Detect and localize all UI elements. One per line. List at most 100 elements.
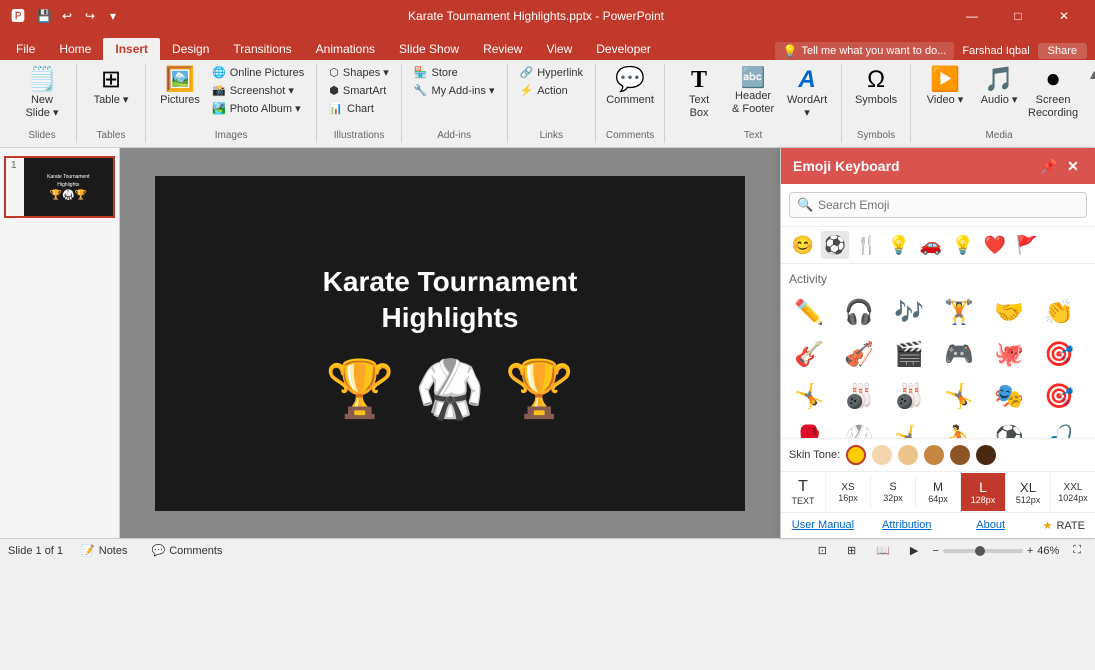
skin-medium-light[interactable]	[898, 445, 918, 465]
cat-objects[interactable]: 💡	[949, 231, 977, 259]
zoom-in-btn[interactable]: +	[1027, 545, 1033, 557]
cat-activity[interactable]: ⚽	[821, 231, 849, 259]
pictures-btn[interactable]: 🖼️ Pictures	[154, 64, 206, 111]
emoji-clap[interactable]: 👏	[1039, 292, 1079, 332]
cat-travel[interactable]: 🚗	[917, 231, 945, 259]
emoji-dart[interactable]: 🎯	[1039, 376, 1079, 416]
screen-recording-btn[interactable]: ⏺ ScreenRecording	[1027, 64, 1079, 124]
share-btn[interactable]: Share	[1038, 43, 1087, 59]
video-btn[interactable]: ▶️ Video ▾	[919, 64, 971, 111]
size-s-btn[interactable]: S 32px	[871, 475, 916, 509]
slide-thumbnail-1[interactable]: 1 Karate Tournament Highlights 🏆🥋🏆	[4, 156, 115, 218]
comments-btn[interactable]: 💬 Comments	[146, 542, 229, 559]
cat-food[interactable]: 🍴	[853, 231, 881, 259]
emoji-yoga[interactable]: 🤸	[889, 418, 929, 438]
user-manual-link[interactable]: User Manual	[781, 513, 865, 538]
tab-home[interactable]: Home	[47, 38, 103, 60]
slide-canvas[interactable]: Karate TournamentHighlights 🏆 🥋 🏆	[155, 176, 745, 511]
fit-slide-btn[interactable]: ⛶	[1067, 542, 1087, 559]
size-text-btn[interactable]: T TEXT	[781, 472, 826, 512]
minimize-btn[interactable]: —	[949, 0, 995, 32]
shapes-btn[interactable]: ⬡ Shapes ▾	[325, 64, 393, 81]
redo-icon[interactable]: ↪	[80, 6, 100, 26]
online-pictures-btn[interactable]: 🌐 Online Pictures	[208, 64, 308, 81]
emoji-basketball[interactable]: ⛹️	[939, 418, 979, 438]
zoom-slider[interactable]	[943, 549, 1023, 553]
tab-insert[interactable]: Insert	[103, 38, 160, 60]
emoji-handshake[interactable]: 🤝	[989, 292, 1029, 332]
emoji-pin-btn[interactable]: 📌	[1039, 156, 1059, 176]
size-m-btn[interactable]: M 64px	[916, 474, 961, 510]
emoji-octopus[interactable]: 🐙	[989, 334, 1029, 374]
close-btn[interactable]: ✕	[1041, 0, 1087, 32]
skin-yellow[interactable]	[846, 445, 866, 465]
emoji-drama[interactable]: 🎭	[989, 376, 1029, 416]
tab-slideshow[interactable]: Slide Show	[387, 38, 471, 60]
reading-view-btn[interactable]: 📖	[870, 542, 896, 559]
emoji-pencil[interactable]: ✏️	[789, 292, 829, 332]
emoji-guitar[interactable]: 🎸	[789, 334, 829, 374]
undo-icon[interactable]: ↩	[57, 6, 77, 26]
normal-view-btn[interactable]: ⊡	[812, 542, 833, 559]
new-slide-btn[interactable]: 🗒️ NewSlide ▾	[16, 64, 68, 124]
customize-icon[interactable]: ▾	[103, 6, 123, 26]
cat-flags[interactable]: 🚩	[1013, 231, 1041, 259]
photo-album-btn[interactable]: 🏞️ Photo Album ▾	[208, 100, 308, 117]
emoji-close-btn[interactable]: ✕	[1063, 156, 1083, 176]
screenshot-btn[interactable]: 📸 Screenshot ▾	[208, 82, 308, 99]
emoji-music[interactable]: 🎶	[889, 292, 929, 332]
emoji-gymnastics[interactable]: 🤸	[789, 376, 829, 416]
wordart-btn[interactable]: A WordArt ▾	[781, 64, 833, 124]
rate-btn[interactable]: ★ RATE	[1033, 513, 1095, 538]
tab-review[interactable]: Review	[471, 38, 534, 60]
header-footer-btn[interactable]: 🔤 Header& Footer	[727, 64, 779, 120]
emoji-martial-arts[interactable]: 🥋	[839, 418, 879, 438]
emoji-bowling[interactable]: 🎳	[889, 376, 929, 416]
tab-transitions[interactable]: Transitions	[221, 38, 303, 60]
tab-view[interactable]: View	[534, 38, 584, 60]
tab-design[interactable]: Design	[160, 38, 221, 60]
about-link[interactable]: About	[949, 513, 1033, 538]
symbols-btn[interactable]: Ω Symbols	[850, 64, 902, 111]
emoji-lifting[interactable]: 🏋️	[939, 292, 979, 332]
emoji-ticket[interactable]: 🎳	[839, 376, 879, 416]
notes-btn[interactable]: 📝 Notes	[75, 542, 133, 559]
emoji-fishing[interactable]: 🎣	[1039, 418, 1079, 438]
size-xxl-btn[interactable]: XXL 1024px	[1051, 476, 1095, 509]
comment-btn[interactable]: 💬 Comment	[604, 64, 656, 111]
cat-symbols[interactable]: 💡	[885, 231, 913, 259]
hyperlink-btn[interactable]: 🔗 Hyperlink	[516, 64, 588, 81]
emoji-soccer[interactable]: ⚽	[989, 418, 1029, 438]
emoji-boxing[interactable]: 🥊	[789, 418, 829, 438]
tab-animations[interactable]: Animations	[304, 38, 387, 60]
attribution-link[interactable]: Attribution	[865, 513, 949, 538]
tab-developer[interactable]: Developer	[584, 38, 663, 60]
tell-me-box[interactable]: 💡 Tell me what you want to do...	[775, 42, 955, 60]
slideshow-btn[interactable]: ▶	[904, 542, 924, 559]
skin-dark[interactable]	[976, 445, 996, 465]
emoji-target[interactable]: 🎯	[1039, 334, 1079, 374]
size-xs-btn[interactable]: XS 16px	[826, 476, 871, 509]
action-btn[interactable]: ⚡ Action	[516, 82, 588, 99]
skin-light[interactable]	[872, 445, 892, 465]
emoji-gamepad[interactable]: 🎮	[939, 334, 979, 374]
size-xl-btn[interactable]: XL 512px	[1006, 474, 1051, 511]
zoom-out-btn[interactable]: −	[932, 545, 938, 557]
emoji-violin[interactable]: 🎻	[839, 334, 879, 374]
emoji-clapper[interactable]: 🎬	[889, 334, 929, 374]
emoji-headphones[interactable]: 🎧	[839, 292, 879, 332]
ribbon-collapse-btn[interactable]: ▲	[1087, 64, 1095, 143]
skin-medium-dark[interactable]	[950, 445, 970, 465]
smartart-btn[interactable]: ⬢ SmartArt	[325, 82, 393, 99]
emoji-search-input[interactable]	[789, 192, 1087, 218]
emoji-gymnastics2[interactable]: 🤸	[939, 376, 979, 416]
chart-btn[interactable]: 📊 Chart	[325, 100, 393, 117]
save-icon[interactable]: 💾	[34, 6, 54, 26]
tab-file[interactable]: File	[4, 38, 47, 60]
my-addins-btn[interactable]: 🔧 My Add-ins ▾	[410, 82, 499, 99]
audio-btn[interactable]: 🎵 Audio ▾	[973, 64, 1025, 111]
table-btn[interactable]: ⊞ Table ▾	[85, 64, 137, 111]
skin-medium[interactable]	[924, 445, 944, 465]
cat-nature[interactable]: ❤️	[981, 231, 1009, 259]
slide-sorter-btn[interactable]: ⊞	[841, 542, 862, 559]
